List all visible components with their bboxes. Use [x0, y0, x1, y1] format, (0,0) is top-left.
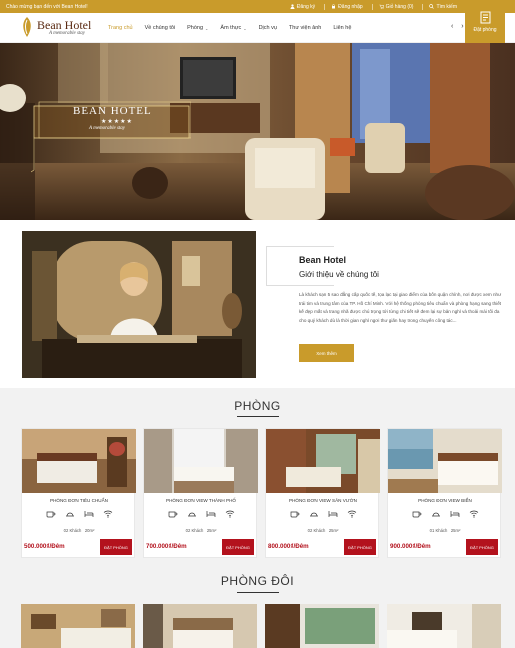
- login-link[interactable]: Đăng nhập: [324, 3, 368, 10]
- search-icon: [429, 4, 435, 9]
- main-header: Bean Hotel A memorable stay Trang chủ Về…: [0, 13, 515, 43]
- room-card[interactable]: PHÒNG ĐƠN VIEW THÀNH PHỐ 02 Khách 25m² 7…: [143, 428, 258, 558]
- logo[interactable]: Bean Hotel A memorable stay: [20, 16, 91, 38]
- room-meta: 02 Khách 25m²: [307, 528, 339, 533]
- register-link[interactable]: Đăng ký: [284, 4, 321, 10]
- room-price: 800.000₫/Đêm: [268, 543, 309, 550]
- about-body: Là khách sạn 5 sao đẳng cấp quốc tế, tọa…: [299, 292, 502, 323]
- nav-contact[interactable]: Liên hệ: [327, 13, 357, 43]
- room-photo[interactable]: [144, 429, 258, 493]
- room-card[interactable]: PHÒNG ĐƠN TIÊU CHUẨN 02 Khách 20m² 500.0…: [21, 428, 136, 558]
- double-room-photo[interactable]: [143, 604, 257, 648]
- top-links: Đăng ký Đăng nhập Giỏ hàng (0) Tìm kiếm: [284, 3, 463, 10]
- wifi-icon: [225, 510, 234, 518]
- nav-gallery[interactable]: Thư viện ảnh: [283, 13, 327, 43]
- coffee-icon: [412, 511, 421, 518]
- bean-logo-icon: [23, 17, 31, 37]
- section-title-single: PHÒNG: [234, 399, 281, 413]
- room-amenities: [22, 509, 136, 518]
- room-amenities: [388, 509, 502, 518]
- bed-icon: [450, 511, 459, 517]
- room-book-button[interactable]: ĐẶT PHÒNG: [466, 539, 498, 555]
- room-price: 500.000₫/Đêm: [24, 543, 65, 550]
- logo-tagline: A memorable stay: [49, 30, 86, 36]
- about-subtitle: Giới thiệu về chúng tôi: [299, 270, 379, 279]
- user-icon: [290, 4, 295, 9]
- top-bar: Chào mừng bạn đến với Bean Hotel! Đăng k…: [0, 0, 515, 13]
- coffee-icon: [46, 511, 55, 518]
- read-more-button[interactable]: Xem thêm: [299, 344, 354, 362]
- chevron-down-icon: ⌄: [205, 25, 209, 31]
- bed-icon: [328, 511, 337, 517]
- room-card[interactable]: PHÒNG ĐƠN VIEW SÂN VƯỜN 02 Khách 25m² 80…: [265, 428, 380, 558]
- room-price: 700.000₫/Đêm: [146, 543, 187, 550]
- double-room-photo[interactable]: [265, 604, 379, 648]
- room-book-button[interactable]: ĐẶT PHÒNG: [344, 539, 376, 555]
- nav-services[interactable]: Dịch vụ: [253, 13, 283, 43]
- room-meta: 02 Khách 20m²: [63, 528, 95, 533]
- room-card[interactable]: PHÒNG ĐƠN VIEW BIỂN 01 Khách 25m² 900.00…: [387, 428, 502, 558]
- room-name[interactable]: PHÒNG ĐƠN VIEW THÀNH PHỐ: [144, 498, 258, 503]
- room-photo[interactable]: [388, 429, 502, 493]
- bed-icon: [206, 511, 215, 517]
- chevron-down-icon: ⌄: [243, 25, 247, 31]
- hero-tagline: A memorable stay: [89, 126, 126, 131]
- nav-home[interactable]: Trang chủ: [102, 13, 139, 43]
- food-icon: [431, 512, 440, 517]
- about-title-frame: [266, 246, 334, 286]
- room-meta: 01 Khách 25m²: [429, 528, 461, 533]
- room-meta: 02 Khách 25m²: [185, 528, 217, 533]
- room-book-button[interactable]: ĐẶT PHÒNG: [222, 539, 254, 555]
- section-divider: [237, 416, 279, 417]
- book-icon: [480, 11, 490, 23]
- hero-brand-name: BEAN HOTEL: [73, 105, 152, 117]
- hero-banner: BEAN HOTEL ★★★★★ A memorable stay: [0, 43, 515, 220]
- welcome-text: Chào mừng bạn đến với Bean Hotel!: [6, 3, 88, 10]
- food-icon: [187, 512, 196, 517]
- section-divider: [237, 592, 279, 593]
- nav-food[interactable]: Ẩm thực ⌄: [214, 13, 252, 43]
- room-price: 900.000₫/Đêm: [390, 543, 431, 550]
- coffee-icon: [168, 511, 177, 518]
- main-nav: Trang chủ Về chúng tôi Phòng ⌄ Ẩm thực ⌄ D…: [102, 13, 357, 43]
- hero-brand-badge: BEAN HOTEL ★★★★★ A memorable stay: [31, 100, 191, 180]
- about-image: [22, 231, 256, 378]
- cart-icon: [379, 4, 384, 9]
- room-book-button[interactable]: ĐẶT PHÒNG: [100, 539, 132, 555]
- wifi-icon: [347, 510, 356, 518]
- wifi-icon: [103, 510, 112, 518]
- room-photo[interactable]: [266, 429, 380, 493]
- coffee-icon: [290, 511, 299, 518]
- room-name[interactable]: PHÒNG ĐƠN VIEW BIỂN: [388, 498, 502, 503]
- about-title: Bean Hotel: [299, 255, 347, 265]
- room-photo[interactable]: [22, 429, 136, 493]
- hero-stars: ★★★★★: [101, 119, 133, 125]
- bed-icon: [84, 511, 93, 517]
- room-amenities: [144, 509, 258, 518]
- double-room-photo[interactable]: [387, 604, 501, 648]
- search-link[interactable]: Tìm kiếm: [422, 3, 463, 10]
- receptionist-photo: [22, 231, 256, 378]
- section-title-double: PHÒNG ĐÔI: [220, 574, 295, 588]
- cart-link[interactable]: Giỏ hàng (0): [371, 3, 420, 10]
- nav-rooms[interactable]: Phòng ⌄: [181, 13, 214, 43]
- logo-name: Bean Hotel: [37, 17, 92, 32]
- room-name[interactable]: PHÒNG ĐƠN TIÊU CHUẨN: [22, 498, 136, 503]
- room-amenities: [266, 509, 380, 518]
- wifi-icon: [469, 510, 478, 518]
- room-name[interactable]: PHÒNG ĐƠN VIEW SÂN VƯỜN: [266, 498, 380, 503]
- food-icon: [65, 512, 74, 517]
- nav-about[interactable]: Về chúng tôi: [139, 13, 182, 43]
- double-room-photo[interactable]: [21, 604, 135, 648]
- food-icon: [309, 512, 318, 517]
- login-icon: [332, 4, 336, 9]
- book-room-button[interactable]: Đặt phòng: [465, 0, 505, 43]
